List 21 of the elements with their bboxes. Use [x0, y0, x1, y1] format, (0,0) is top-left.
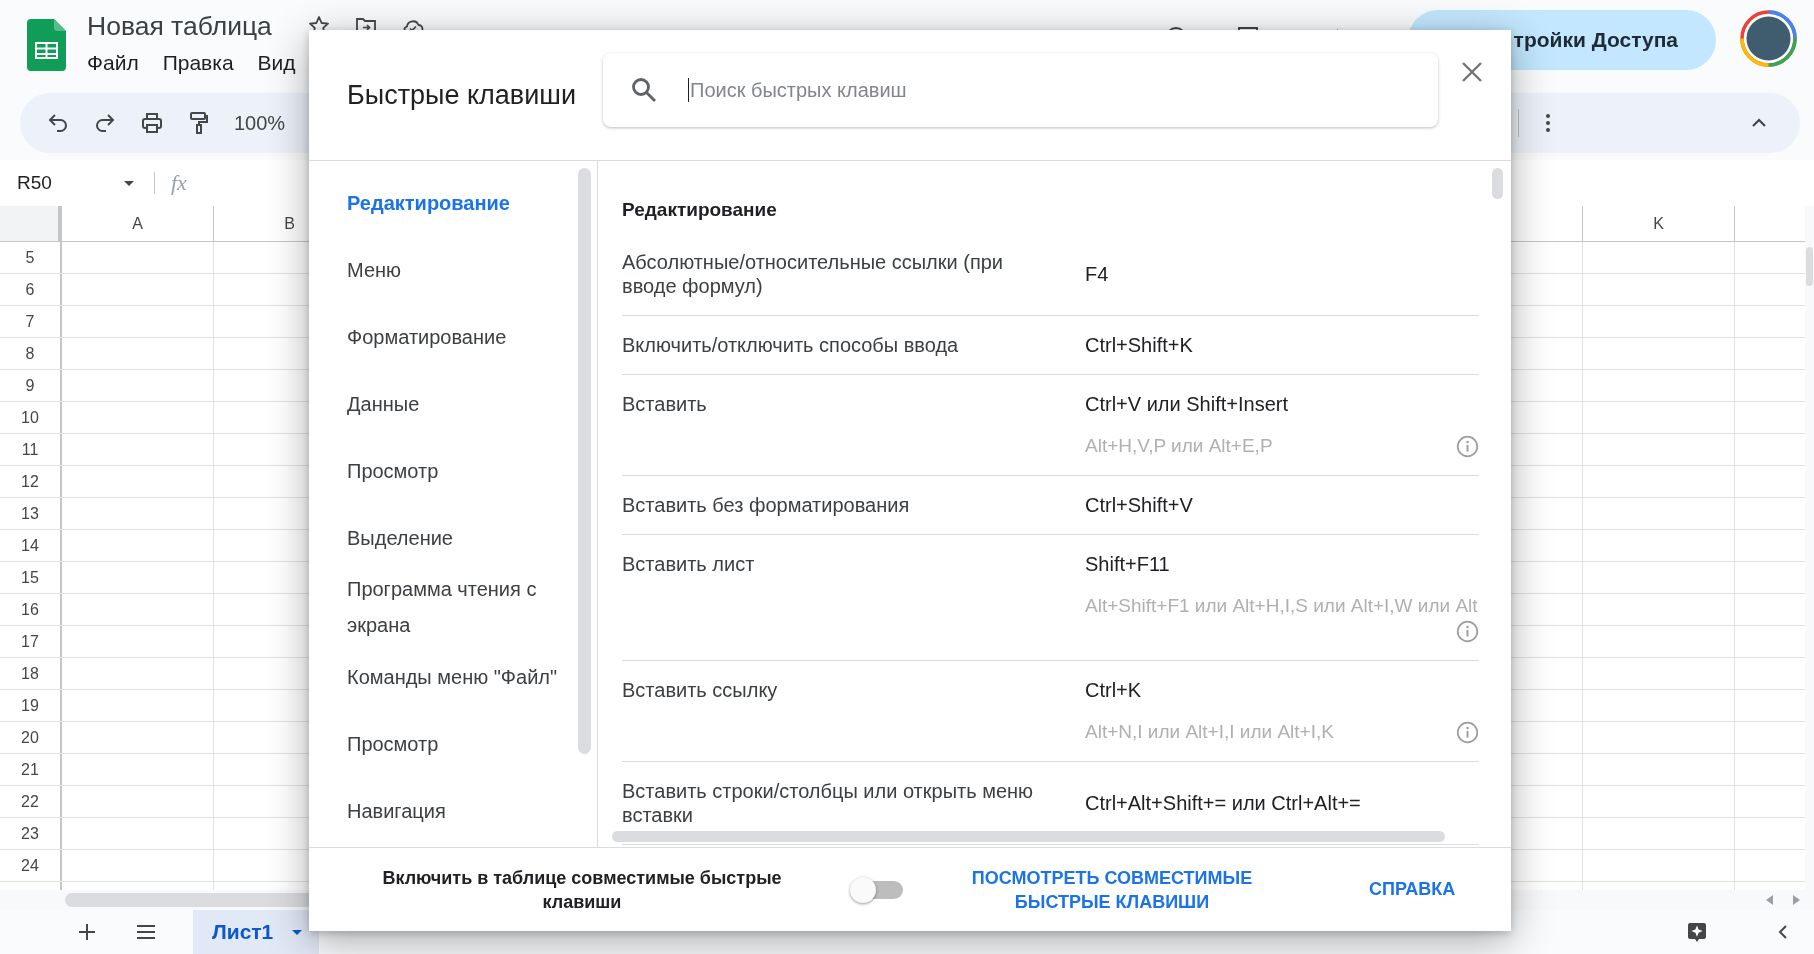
section-heading: Редактирование: [622, 198, 778, 222]
shortcut-keys: Ctrl+V или Shift+Insert: [1085, 392, 1479, 416]
formula-label: fx: [171, 170, 187, 196]
toggle-label: Включить в таблице совместимые быстрые клавиши: [381, 866, 783, 914]
shortcut-keys: Ctrl+Alt+Shift+= или Ctrl+Alt+=: [1085, 791, 1479, 815]
shortcut-keys: Ctrl+Shift+V: [1085, 493, 1479, 517]
shortcut-action: Включить/отключить способы ввода: [622, 333, 960, 357]
shortcut-action: Абсолютные/относительные ссылки (при вводе формул): [622, 250, 1005, 298]
shortcut-action: Вставить ссылку: [622, 678, 779, 703]
alternate-shortcut-keys: Alt+H,V,P или Alt+E,P: [1085, 434, 1273, 458]
shortcut-keys: Ctrl+Shift+K: [1085, 333, 1479, 357]
shortcut-keys: Shift+F11: [1085, 552, 1479, 576]
shortcut-action: Вставить строки/столбцы или открыть меню вставки: [622, 779, 1035, 827]
shortcut-action: Вставить лист: [622, 552, 756, 577]
alternate-shortcut-keys: Alt+N,I или Alt+I,I или Alt+I,K: [1085, 720, 1334, 744]
dialog-title: Быстрые клавиши: [346, 79, 577, 111]
shortcut-keys: Ctrl+K: [1085, 678, 1479, 702]
shortcut-action: Вставить без форматирования: [622, 493, 911, 517]
shortcut-keys: F4: [1085, 262, 1479, 286]
shortcut-action: Вставить: [622, 392, 708, 417]
alternate-shortcut-keys: Alt+Shift+F1 или Alt+H,I,S или Alt+I,W или Alt: [1085, 594, 1478, 618]
